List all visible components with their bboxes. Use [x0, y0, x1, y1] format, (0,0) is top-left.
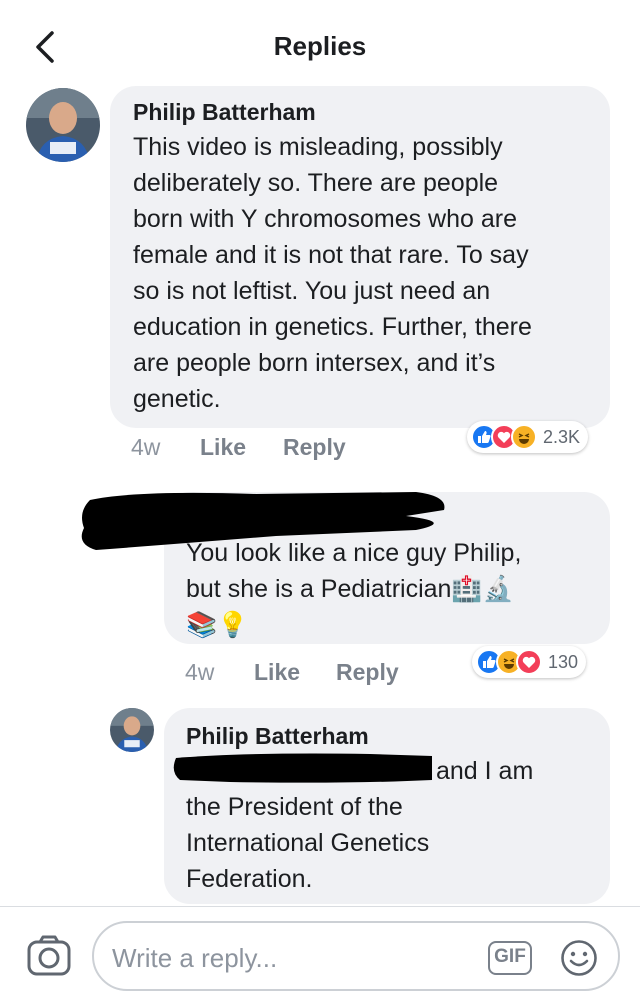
comment-line: You look like a nice guy Philip, — [186, 539, 522, 567]
reaction-count: 2.3K — [543, 426, 581, 447]
header-bar: Replies — [0, 0, 640, 92]
haha-reaction-icon — [511, 424, 537, 450]
camera-icon[interactable] — [26, 933, 72, 979]
comment-line: 📚💡 — [186, 611, 249, 639]
comment-line: but she is a Pediatrician🏥🔬 — [186, 575, 514, 603]
reply-input[interactable]: Write a reply... GIF — [92, 921, 620, 991]
reply-composer: Write a reply... GIF — [0, 906, 640, 1005]
comment-line: the President of the — [186, 793, 403, 821]
avatar[interactable] — [26, 88, 100, 162]
comment-line: genetic. — [133, 385, 221, 413]
reaction-count: 130 — [548, 651, 579, 672]
comment-line: so is not leftist. You just need an — [133, 277, 491, 305]
comment-line: International Genetics — [186, 829, 430, 857]
comment-line: born with Y chromosomes who are — [133, 205, 517, 233]
comment-time: 4w — [131, 434, 161, 460]
redaction-mark — [173, 753, 432, 783]
like-button[interactable]: Like — [200, 434, 246, 461]
comment-author[interactable]: Philip Batterham — [186, 723, 369, 750]
reply-button[interactable]: Reply — [336, 659, 399, 686]
page-title: Replies — [273, 31, 367, 61]
reaction-summary[interactable]: 130 — [472, 646, 587, 678]
comment-text: the President of the International Genet… — [186, 789, 429, 897]
reply-placeholder: Write a reply... — [112, 943, 278, 973]
reaction-summary[interactable]: 2.3K — [467, 421, 589, 453]
love-reaction-icon — [516, 649, 542, 675]
avatar[interactable] — [110, 708, 154, 752]
comment-time: 4w — [185, 659, 215, 685]
comment-line: are people born intersex, and it’s — [133, 349, 496, 377]
comment-text: This video is misleading, possibly delib… — [133, 129, 532, 417]
gif-button[interactable]: GIF — [488, 941, 532, 975]
comment-line: Federation. — [186, 865, 313, 893]
comment-line: and I am — [436, 757, 534, 785]
comment-text: You look like a nice guy Philip, but she… — [186, 535, 521, 643]
smiley-icon[interactable] — [560, 939, 598, 977]
comment-line: education in genetics. Further, there — [133, 313, 532, 341]
reply-button[interactable]: Reply — [283, 434, 346, 461]
like-button[interactable]: Like — [254, 659, 300, 686]
comment-line: deliberately so. There are people — [133, 169, 499, 197]
comment-line: female and it is not that rare. To say — [133, 241, 529, 269]
comment-author[interactable]: Philip Batterham — [133, 99, 316, 126]
comment-line: This video is misleading, possibly — [133, 133, 503, 161]
